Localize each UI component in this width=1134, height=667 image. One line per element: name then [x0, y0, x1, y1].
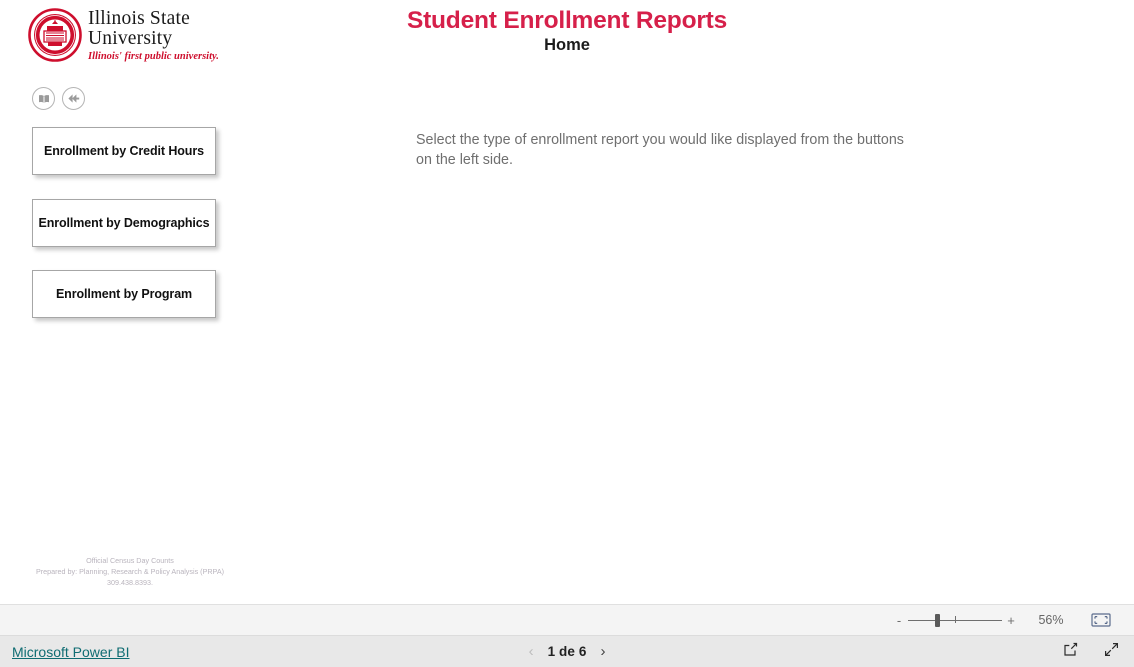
- button-label: Enrollment by Credit Hours: [44, 144, 204, 158]
- button-label: Enrollment by Demographics: [38, 216, 210, 230]
- zoom-in-button[interactable]: +: [1004, 614, 1018, 627]
- zoom-out-button[interactable]: -: [892, 614, 906, 627]
- back-icon[interactable]: [62, 87, 85, 110]
- bookmarks-icon[interactable]: [32, 87, 55, 110]
- button-label: Enrollment by Program: [55, 287, 193, 301]
- enrollment-by-program-button[interactable]: Enrollment by Program: [32, 270, 216, 318]
- zoom-level-value: 56%: [1038, 613, 1064, 627]
- footnote-line-3: 309.438.8393.: [107, 578, 153, 587]
- zoom-slider-track[interactable]: [908, 613, 1002, 627]
- previous-page-button[interactable]: ‹: [529, 644, 534, 659]
- report-canvas: Illinois State University Illinois' firs…: [0, 0, 1134, 604]
- zoom-control[interactable]: - + 56%: [892, 612, 1120, 628]
- page-title: Student Enrollment Reports: [406, 7, 728, 34]
- footnote-line-2: Prepared by: Planning, Research & Policy…: [35, 567, 225, 576]
- status-bar: Microsoft Power BI ‹ 1 de 6 ›: [0, 636, 1134, 667]
- fullscreen-icon[interactable]: [1103, 641, 1120, 663]
- page-navigation: ‹ 1 de 6 ›: [0, 644, 1134, 659]
- fit-to-page-icon[interactable]: [1090, 612, 1112, 628]
- enrollment-by-demographics-button[interactable]: Enrollment by Demographics: [32, 199, 216, 247]
- enrollment-by-credit-hours-button[interactable]: Enrollment by Credit Hours: [32, 127, 216, 175]
- zoom-slider-tick: [955, 616, 957, 623]
- zoom-slider-handle[interactable]: [935, 614, 940, 627]
- status-bar-actions: [1062, 641, 1120, 663]
- share-icon[interactable]: [1062, 641, 1079, 663]
- footnote: Official Census Day Counts Prepared by: …: [6, 555, 254, 588]
- footnote-line-1: Official Census Day Counts: [86, 556, 174, 565]
- intro-text: Select the type of enrollment report you…: [416, 132, 904, 168]
- page-subtitle: Home: [544, 36, 590, 54]
- nav-icon-group: [32, 87, 85, 110]
- page-indicator: 1 de 6: [547, 644, 587, 659]
- zoom-bar: - + 56%: [0, 604, 1134, 636]
- next-page-button[interactable]: ›: [600, 644, 605, 659]
